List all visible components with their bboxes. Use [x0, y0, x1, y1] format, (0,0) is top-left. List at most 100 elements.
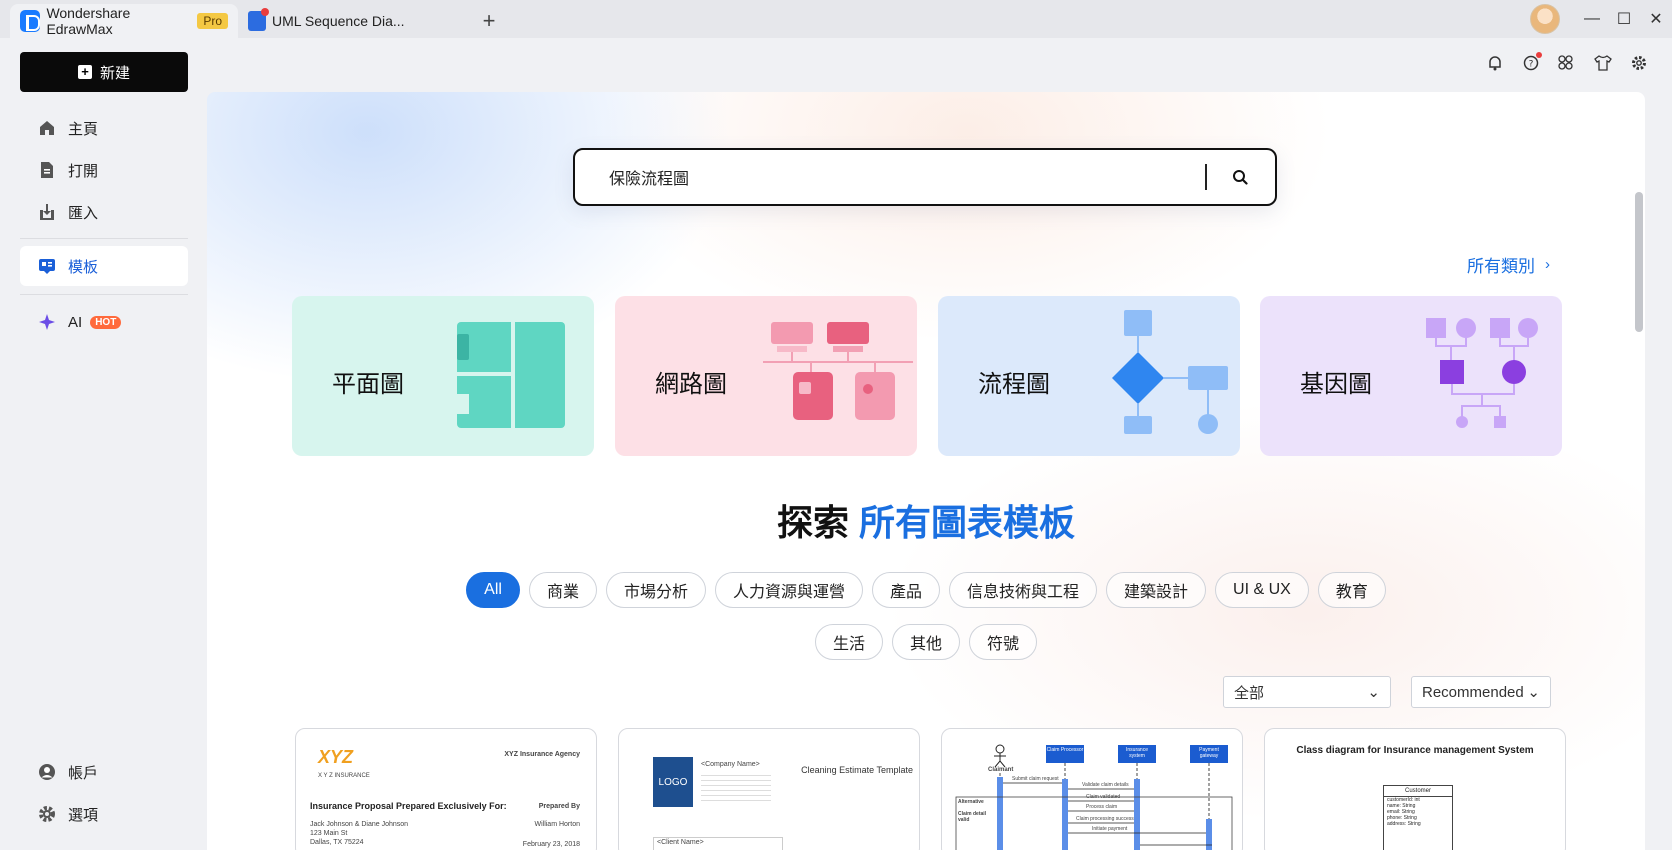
- user-avatar[interactable]: [1530, 4, 1560, 34]
- help-icon[interactable]: ?: [1520, 52, 1542, 74]
- xyz-logo: XYZ: [318, 747, 354, 767]
- category-card-genogram[interactable]: 基因圖: [1260, 296, 1562, 456]
- plus-icon: +: [77, 65, 92, 79]
- client-address: 123 Main St: [310, 830, 348, 837]
- sidebar-divider: [20, 238, 188, 239]
- filter-chip-product[interactable]: 產品: [871, 572, 940, 608]
- sidebar-item-templates[interactable]: 模板: [20, 246, 188, 286]
- customer-class-box: Customer customerId: int name: String em…: [1383, 785, 1453, 850]
- filter-chip-market-analysis[interactable]: 市場分析: [605, 572, 706, 608]
- gear-icon: [38, 805, 56, 823]
- logo-block: LOGO: [653, 757, 693, 807]
- search-box: [573, 148, 1277, 206]
- tab-uml-sequence[interactable]: UML Sequence Dia...: [238, 4, 478, 38]
- filter-chip-other[interactable]: 其他: [891, 624, 960, 660]
- sidebar: + 新建 主頁 打開 匯入 模板 AI HOT 帳戶 選項: [0, 38, 207, 850]
- filter-chip-architecture[interactable]: 建築設計: [1106, 572, 1207, 608]
- client-city: Dallas, TX 75224: [310, 839, 364, 846]
- filter-chip-hr-operations[interactable]: 人力資源與運營: [714, 572, 863, 608]
- search-icon[interactable]: [1229, 166, 1251, 188]
- sidebar-item-home[interactable]: 主頁: [20, 108, 188, 148]
- bell-icon[interactable]: [1484, 52, 1506, 74]
- proposal-title: Insurance Proposal Prepared Exclusively …: [310, 801, 507, 811]
- network-illustration: [763, 322, 913, 420]
- prepared-by: Prepared By: [538, 803, 580, 810]
- all-categories-link[interactable]: 所有類別 ›: [1467, 252, 1550, 277]
- tab-edrawmax-home[interactable]: Wondershare EdrawMax Pro: [10, 4, 238, 38]
- apps-icon[interactable]: [1556, 52, 1578, 74]
- main-content: 所有類別 › 平面圖 網路圖 流程圖: [207, 92, 1645, 850]
- filter-chip-it-engineering[interactable]: 信息技術與工程: [949, 572, 1098, 608]
- notification-dot: [1536, 52, 1542, 58]
- sidebar-item-label: 模板: [68, 258, 99, 276]
- svg-text:?: ?: [1529, 60, 1534, 70]
- claimant-label: Claimant: [988, 767, 1014, 773]
- document-icon: [38, 161, 56, 179]
- filter-chips-row-1: All 商業 市場分析 人力資源與運營 產品 信息技術與工程 建築設計 UI &…: [207, 572, 1645, 608]
- sidebar-item-open[interactable]: 打開: [20, 150, 188, 190]
- new-button[interactable]: + 新建: [20, 52, 188, 92]
- new-tab-button[interactable]: +: [472, 4, 506, 38]
- filter-chip-ui-ux[interactable]: UI & UX: [1215, 572, 1309, 608]
- template-card-insurance-proposal[interactable]: XYZ X Y Z INSURANCE XYZ Insurance Agency…: [295, 728, 597, 850]
- filter-chip-education[interactable]: 教育: [1317, 572, 1386, 608]
- chevron-down-icon: ⌄: [1527, 684, 1540, 701]
- class-diagram-title: Class diagram for Insurance management S…: [1296, 745, 1534, 756]
- template-card-cleaning-estimate[interactable]: LOGO <Company Name> Cleaning Estimate Te…: [618, 728, 920, 850]
- home-icon: [38, 119, 56, 137]
- category-card-floor-plan[interactable]: 平面圖: [292, 296, 594, 456]
- search-input[interactable]: [575, 150, 1205, 204]
- address-lines: [701, 771, 771, 805]
- filter-chip-symbols[interactable]: 符號: [969, 624, 1038, 660]
- template-card-class-diagram[interactable]: Class diagram for Insurance management S…: [1264, 728, 1566, 850]
- sidebar-divider: [20, 294, 188, 295]
- processor-label: Claim Processor: [1046, 747, 1084, 753]
- shirt-icon[interactable]: [1592, 52, 1614, 74]
- category-label: 流程圖: [978, 371, 1050, 398]
- xyz-subtitle: X Y Z INSURANCE: [318, 773, 370, 779]
- sidebar-item-options[interactable]: 選項: [20, 794, 188, 834]
- explore-prefix: 探索: [776, 502, 849, 543]
- client-name-field: <Client Name>: [657, 839, 704, 846]
- minimize-button[interactable]: —: [1576, 0, 1608, 38]
- maximize-button[interactable]: ☐: [1608, 0, 1640, 38]
- filter-chip-business[interactable]: 商業: [528, 572, 597, 608]
- estimate-title: Cleaning Estimate Template: [801, 765, 913, 775]
- alternative-label: Alternative: [958, 799, 984, 805]
- search-divider: [1205, 164, 1207, 190]
- floor-plan-illustration: [457, 322, 565, 428]
- message-3: Claim validated: [1086, 794, 1121, 800]
- close-button[interactable]: ✕: [1640, 0, 1672, 38]
- window-controls: — ☐ ✕: [1530, 0, 1672, 38]
- template-card-uml-sequence[interactable]: Claimant Claim Processor Insurance syste…: [941, 728, 1243, 850]
- category-card-network[interactable]: 網路圖: [615, 296, 917, 456]
- scrollbar[interactable]: [1635, 192, 1643, 332]
- sidebar-item-ai[interactable]: AI HOT: [20, 302, 188, 342]
- hot-badge: HOT: [90, 315, 122, 329]
- chevron-right-icon: ›: [1545, 256, 1550, 273]
- scope-select[interactable]: 全部 ⌄: [1223, 676, 1391, 708]
- scope-select-value: 全部: [1234, 684, 1265, 702]
- chevron-down-icon: ⌄: [1367, 684, 1380, 701]
- message-1: Submit claim request: [1012, 776, 1059, 782]
- logo-text: LOGO: [658, 776, 688, 788]
- top-toolbar: ?: [1484, 52, 1650, 74]
- account-icon: [38, 763, 56, 781]
- explore-heading: 探索 所有圖表模板: [207, 494, 1645, 546]
- flowchart-illustration: [1112, 310, 1228, 434]
- class-attr: address: String: [1387, 821, 1421, 827]
- settings-gear-icon[interactable]: [1628, 52, 1650, 74]
- gateway-label: Payment gateway: [1199, 747, 1219, 759]
- message-2: Validate claim details: [1082, 782, 1129, 788]
- insurance-label: Insurance system: [1126, 747, 1148, 759]
- sidebar-item-label: AI: [68, 313, 83, 331]
- preparer-name: William Horton: [534, 821, 580, 828]
- sidebar-item-import[interactable]: 匯入: [20, 192, 188, 232]
- sort-select[interactable]: Recommended ⌄: [1411, 676, 1551, 708]
- category-card-flowchart[interactable]: 流程圖: [938, 296, 1240, 456]
- app-tab-title: Wondershare EdrawMax: [46, 5, 131, 37]
- filter-chip-life[interactable]: 生活: [814, 624, 883, 660]
- sidebar-item-account[interactable]: 帳戶: [20, 752, 188, 792]
- template-icon: [38, 257, 56, 275]
- filter-chip-all[interactable]: All: [466, 572, 520, 608]
